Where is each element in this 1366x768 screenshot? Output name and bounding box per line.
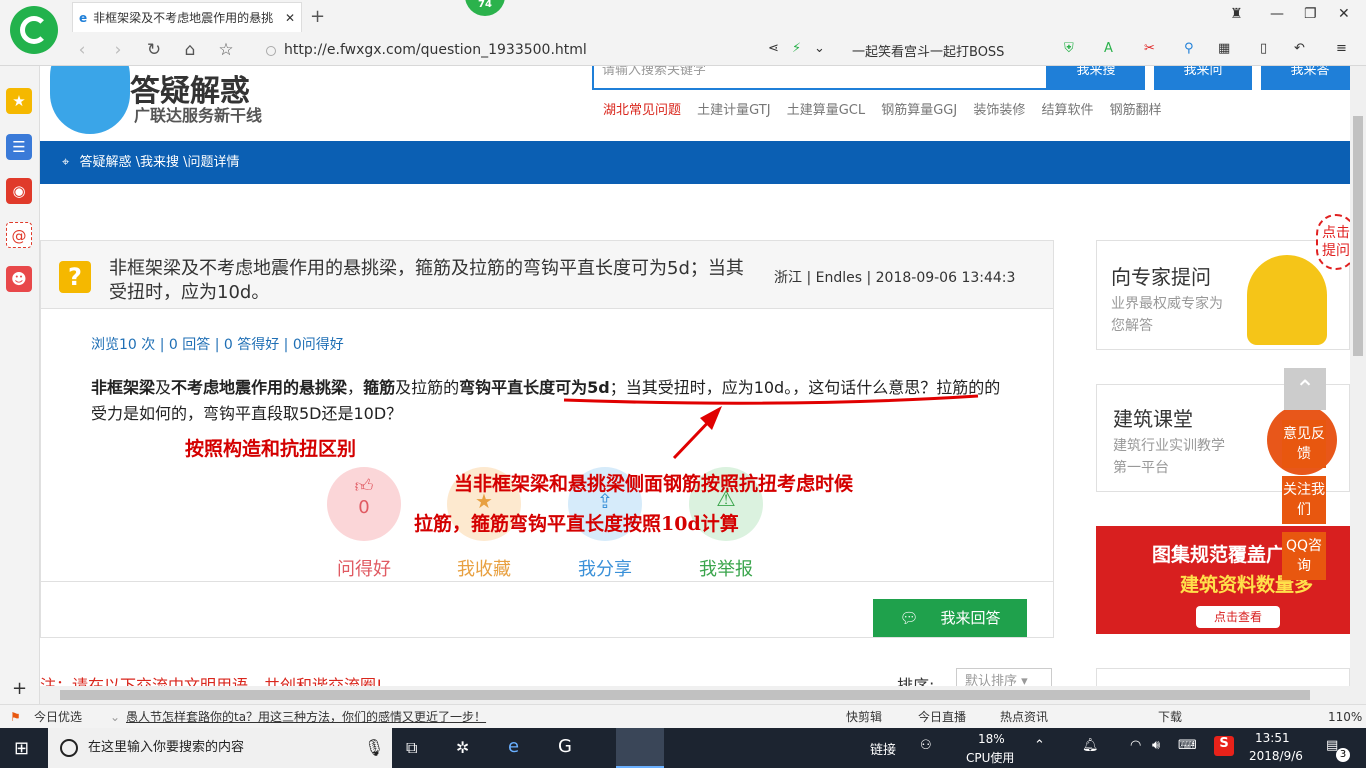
mascot-image <box>1247 255 1327 345</box>
clock-date[interactable]: 2018/9/6 <box>1249 749 1303 763</box>
person-icon[interactable]: ⚇ <box>920 738 932 753</box>
vertical-scrollbar[interactable] <box>1350 66 1366 686</box>
horizontal-scrollbar[interactable] <box>40 686 1366 704</box>
weibo-icon[interactable]: ◉ <box>6 178 32 204</box>
favorite-star-icon[interactable]: ☆ <box>208 40 244 60</box>
web-page: 答疑解惑 广联达服务新干线 请输入搜索关键字 我来搜 我来问 我来答 湖北常见问… <box>40 66 1350 686</box>
minimize-icon[interactable]: — <box>1270 6 1284 22</box>
expert-title: 向专家提问 <box>1111 265 1211 289</box>
bell-icon[interactable]: 🔔︎ <box>1082 738 1099 753</box>
menu-icon[interactable]: ≡ <box>1336 41 1347 56</box>
reload-icon[interactable]: ↻ <box>136 40 172 60</box>
skin-icon[interactable]: ♜ <box>1230 6 1243 22</box>
windows-start-icon[interactable]: ⊞ <box>14 738 29 759</box>
back-to-top-button[interactable]: ⌃ <box>1284 368 1326 410</box>
cpu-label: CPU使用 <box>966 751 1015 765</box>
follow-button[interactable]: 关注我们 <box>1282 476 1326 524</box>
cpu-percent: 18% <box>978 732 1005 746</box>
course-title: 建筑课堂 <box>1113 407 1193 431</box>
underline-mark <box>563 394 979 405</box>
expert-subtitle: 业界最权威专家为您解答 <box>1111 296 1223 334</box>
close-tab-icon[interactable]: ✕ <box>285 11 295 25</box>
chevron-up-icon[interactable]: ⌃ <box>1034 738 1045 753</box>
status-item[interactable]: 今日直播 <box>918 705 966 729</box>
sort-label: 排序: <box>897 676 935 686</box>
close-window-icon[interactable]: ✕ <box>1338 6 1350 22</box>
forward-icon[interactable]: › <box>100 40 136 60</box>
undo-icon[interactable]: ↶ <box>1294 41 1305 56</box>
reader-icon[interactable]: ▯ <box>1260 41 1267 56</box>
expert-card[interactable]: 向专家提问 业界最权威专家为您解答 <box>1096 240 1350 350</box>
sogou-icon[interactable]: S <box>1214 736 1234 756</box>
apps-icon[interactable]: ▦ <box>1218 41 1230 56</box>
status-item[interactable]: 下载 <box>1158 705 1182 729</box>
banner-line1: 图集规范覆盖广 <box>1152 544 1286 566</box>
feedback-button[interactable]: 意见反馈 <box>1282 420 1326 468</box>
new-tab-icon[interactable]: + <box>310 6 325 27</box>
microphone-icon[interactable]: 🎙︎ <box>364 738 384 757</box>
wifi-icon[interactable]: ◠ <box>1130 738 1141 753</box>
zoom-level[interactable]: 110% <box>1328 705 1362 729</box>
ie-icon[interactable]: e <box>508 736 519 757</box>
promo-link[interactable]: 一起笑看宫斗一起打BOSS <box>852 41 1004 60</box>
task-view-icon[interactable]: ⧉ <box>406 738 417 758</box>
game-icon[interactable]: ☻ <box>6 266 32 292</box>
tab-title: 非框架梁及不考虑地震作用的悬挑 <box>93 11 274 25</box>
ask-bubble[interactable]: 点击提问 <box>1316 214 1350 270</box>
banner-button[interactable]: 点击查看 <box>1196 606 1280 628</box>
notice-text: 注：请在以下交流中文明用语，共创和谐交流圈! <box>40 676 383 686</box>
back-icon[interactable]: ‹ <box>64 40 100 60</box>
notification-count: 3 <box>1336 748 1350 762</box>
clock-time[interactable]: 13:51 <box>1255 731 1290 745</box>
dropdown-icon[interactable]: ⌄ <box>110 705 120 729</box>
scroll-thumb[interactable] <box>1353 116 1363 356</box>
browser-logo-icon[interactable] <box>10 6 58 54</box>
translate-icon[interactable]: A <box>1104 41 1113 56</box>
browser-status-bar: ⚑ 今日优选 ⌄ 愚人节怎样套路你的ta？用这三种方法，你们的感情又更近了一步！… <box>0 704 1366 728</box>
browser-chrome: e 非框架梁及不考虑地震作用的悬挑 ✕ + 74 ♜ — ❐ ✕ ‹ › ↻ ⌂… <box>0 0 1366 66</box>
browser-app-icon[interactable]: G <box>558 736 572 757</box>
search-icon[interactable]: ⚲ <box>1184 41 1194 56</box>
sort-select[interactable]: 默认排序 ▾ <box>956 668 1052 686</box>
add-panel-icon[interactable]: + <box>12 678 27 699</box>
qq-button[interactable]: QQ咨询 <box>1282 532 1326 580</box>
address-bar[interactable]: http://e.fwxgx.com/question_1933500.html <box>258 38 758 62</box>
gift-icon: ⚑ <box>10 710 21 724</box>
favorites-icon[interactable]: ★ <box>6 88 32 114</box>
shield-icon[interactable]: ⛨ <box>1064 41 1074 56</box>
volume-icon[interactable]: 🔊︎ <box>1152 738 1160 753</box>
sidebar-card-partial <box>1096 668 1350 686</box>
taskbar-search-input[interactable]: 在这里输入你要搜索的内容 <box>48 728 392 768</box>
badge-counter[interactable]: 74 <box>465 0 505 16</box>
lightning-icon[interactable]: ⚡ <box>792 41 801 56</box>
link-label[interactable]: 链接 <box>870 739 896 758</box>
sort-value: 默认排序 <box>965 674 1018 686</box>
maximize-icon[interactable]: ❐ <box>1304 6 1317 22</box>
active-app-icon[interactable] <box>616 728 664 768</box>
browser-tab[interactable]: e 非框架梁及不考虑地震作用的悬挑 ✕ <box>72 2 302 32</box>
taskbar: ⊞ 在这里输入你要搜索的内容 🎙︎ ⧉ ✲ e G 链接 ⚇ 18% CPU使用… <box>0 728 1366 768</box>
side-panel: ★ ☰ ◉ @ ☻ + <box>0 66 40 706</box>
news-ticker[interactable]: 愚人节怎样套路你的ta？用这三种方法，你们的感情又更近了一步！ <box>126 705 486 729</box>
mail-icon[interactable]: @ <box>6 222 32 248</box>
home-icon[interactable]: ⌂ <box>172 40 208 60</box>
scissors-icon[interactable]: ✂ <box>1144 41 1155 56</box>
fan-app-icon[interactable]: ✲ <box>456 738 469 757</box>
scroll-thumb[interactable] <box>60 690 1310 700</box>
reading-list-icon[interactable]: ☰ <box>6 134 32 160</box>
chevron-down-icon[interactable]: ⌄ <box>814 41 825 56</box>
status-item[interactable]: 快剪辑 <box>846 705 882 729</box>
keyboard-icon[interactable]: ⌨ <box>1178 738 1197 753</box>
course-subtitle: 建筑行业实训教学第一平台 <box>1113 438 1225 476</box>
tab-favicon-icon: e <box>79 10 88 25</box>
share-icon[interactable]: ⋖ <box>768 41 779 56</box>
status-item[interactable]: 热点资讯 <box>1000 705 1048 729</box>
chevron-down-icon: ▾ <box>1021 674 1028 686</box>
today-picks[interactable]: 今日优选 <box>34 705 82 729</box>
